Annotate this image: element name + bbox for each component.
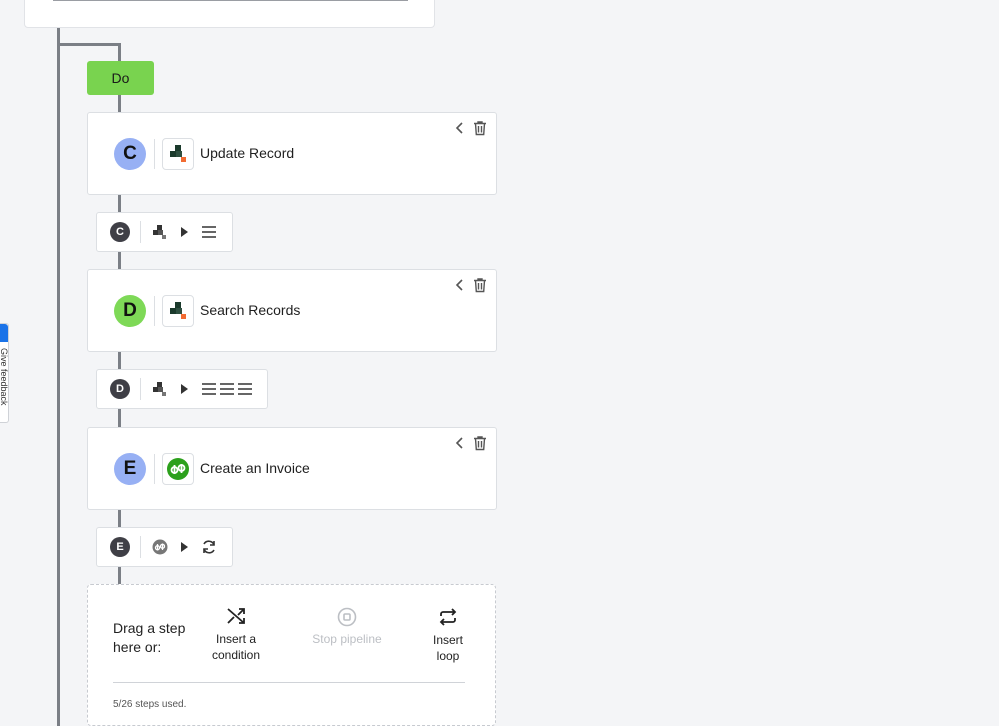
steps-used-count: 5/26 steps used. <box>113 699 187 710</box>
step-letter: E <box>114 453 146 485</box>
step-title: Search Records <box>200 302 301 318</box>
quickbooks-icon <box>152 539 168 555</box>
quickbooks-icon <box>162 453 194 485</box>
previous-step-card[interactable] <box>24 0 435 28</box>
chevron-left-icon[interactable] <box>454 436 466 450</box>
insert-loop-button[interactable]: Insert loop <box>420 606 476 664</box>
trash-icon[interactable] <box>472 277 488 293</box>
dropzone-prompt: Drag a step here or: <box>113 620 186 655</box>
divider <box>140 221 141 243</box>
feedback-label: Give feedback <box>0 348 9 406</box>
card-divider <box>53 0 408 1</box>
step-summary-c[interactable]: C <box>96 212 233 252</box>
step-title: Update Record <box>200 145 295 161</box>
chevron-left-icon[interactable] <box>454 278 466 292</box>
play-icon <box>181 384 188 394</box>
main-flow-line <box>57 26 60 726</box>
chevron-left-icon[interactable] <box>454 121 466 135</box>
list-triple-icon <box>202 383 252 395</box>
divider <box>154 139 155 169</box>
divider <box>154 454 155 484</box>
airtable-icon <box>153 225 166 239</box>
step-badge: D <box>110 379 130 399</box>
airtable-icon <box>162 295 194 327</box>
step-letter: C <box>114 138 146 170</box>
action-label: Stop pipeline <box>312 632 382 646</box>
divider <box>140 378 141 400</box>
airtable-icon <box>153 382 166 396</box>
step-letter: D <box>114 295 146 327</box>
step-card-update-record[interactable]: C Update Record <box>87 112 497 195</box>
dropzone-divider <box>113 682 465 683</box>
step-badge: E <box>110 537 130 557</box>
play-icon <box>181 227 188 237</box>
action-label: Insert loop <box>432 633 463 663</box>
step-summary-e[interactable]: E <box>96 527 233 567</box>
action-label: Insert a condition <box>211 632 261 662</box>
divider <box>154 296 155 326</box>
step-card-search-records[interactable]: D Search Records <box>87 269 497 352</box>
step-badge: C <box>110 222 130 242</box>
step-title: Create an Invoice <box>200 460 310 476</box>
refresh-icon <box>203 540 215 554</box>
add-step-dropzone[interactable]: Drag a step here or: Insert a condition … <box>87 584 496 726</box>
trash-icon[interactable] <box>472 435 488 451</box>
shuffle-icon <box>227 608 245 624</box>
stop-pipeline-button[interactable]: Stop pipeline <box>312 607 382 647</box>
step-card-create-invoice[interactable]: E Create an Invoice <box>87 427 497 510</box>
branch-connector-horizontal <box>57 43 121 46</box>
feedback-icon <box>0 324 8 342</box>
stop-circle-icon <box>337 607 357 627</box>
insert-condition-button[interactable]: Insert a condition <box>200 605 272 663</box>
airtable-icon <box>162 138 194 170</box>
play-icon <box>181 542 188 552</box>
step-summary-d[interactable]: D <box>96 369 268 409</box>
feedback-tab[interactable]: Give feedback <box>0 323 9 423</box>
do-branch-label[interactable]: Do <box>87 61 154 95</box>
loop-icon <box>439 608 457 626</box>
list-icon <box>202 226 216 238</box>
trash-icon[interactable] <box>472 120 488 136</box>
divider <box>140 536 141 558</box>
